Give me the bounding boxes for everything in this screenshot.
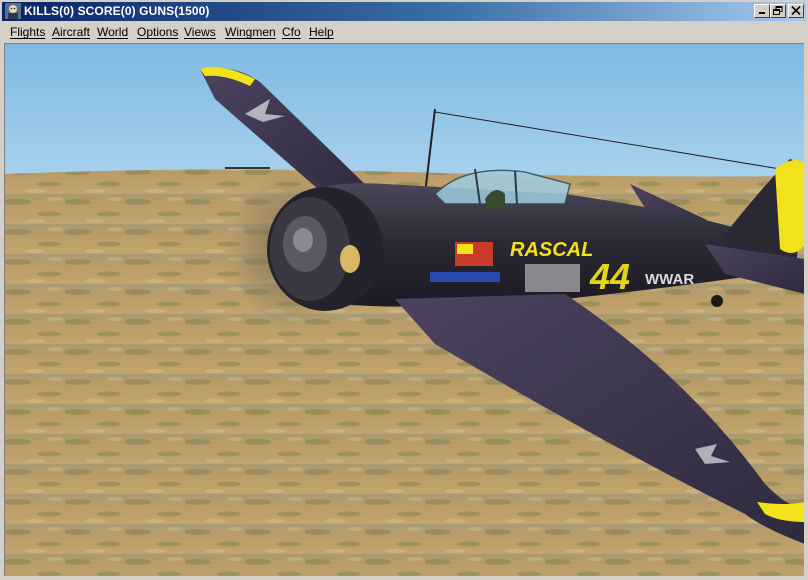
menu-world[interactable]: World <box>97 25 128 39</box>
window-title: KILLS(0) SCORE(0) GUNS(1500) <box>24 4 210 18</box>
nose-art-text: RASCAL <box>510 239 593 261</box>
aircraft-number: 44 <box>589 256 630 297</box>
app-icon[interactable] <box>5 3 21 19</box>
menu-aircraft[interactable]: Aircraft <box>52 25 90 39</box>
menu-help[interactable]: Help <box>309 25 334 39</box>
menu-options[interactable]: Options <box>137 25 178 39</box>
menu-flights[interactable]: Flights <box>10 25 45 39</box>
restore-icon <box>773 6 783 15</box>
minimize-icon <box>759 12 765 14</box>
game-viewport[interactable]: RASCAL 44 WWAR <box>4 43 804 576</box>
minimize-button[interactable] <box>754 4 770 18</box>
tail-text: WWAR <box>645 271 694 288</box>
close-icon <box>791 6 801 15</box>
close-button[interactable] <box>788 4 804 18</box>
sky <box>5 44 804 184</box>
menu-cfo[interactable]: Cfo <box>282 25 301 39</box>
title-bar[interactable]: KILLS(0) SCORE(0) GUNS(1500) <box>2 2 806 21</box>
menu-bar: Flights Aircraft World Options Views Win… <box>2 22 806 41</box>
game-window: KILLS(0) SCORE(0) GUNS(1500) Flights Air… <box>0 0 808 580</box>
menu-views[interactable]: Views <box>184 25 216 39</box>
restore-button[interactable] <box>770 4 786 18</box>
menu-wingmen[interactable]: Wingmen <box>225 25 276 39</box>
